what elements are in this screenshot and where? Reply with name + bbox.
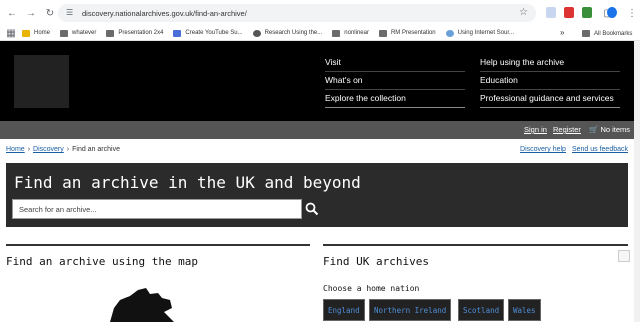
breadcrumb: Home › Discovery › Find an archive — [6, 146, 120, 153]
profile-avatar[interactable] — [607, 7, 617, 18]
bookmark-label: Create YouTube Su... — [185, 30, 243, 36]
primary-nav-right: Help using the archive Education Profess… — [480, 54, 620, 108]
bookmark-label: Presentation 2x4 — [118, 30, 164, 36]
bookmark-label: Research Using the... — [264, 30, 323, 36]
breadcrumb-current: Find an archive — [72, 146, 120, 153]
bookmark-star-icon[interactable]: ☆ — [519, 7, 528, 18]
nav-whats-on[interactable]: What's on — [325, 72, 465, 90]
apps-icon[interactable]: ▦ — [4, 26, 18, 40]
uk-archives-title: Find UK archives — [323, 255, 429, 268]
bookmark-item[interactable]: Home — [22, 29, 51, 37]
page-icon — [173, 29, 182, 37]
bookmark-item[interactable]: whatever — [60, 29, 97, 37]
bookmark-item[interactable]: Presentation 2x4 — [106, 29, 164, 37]
image-icon[interactable] — [618, 250, 630, 262]
nav-education[interactable]: Education — [480, 72, 620, 90]
page-icon — [445, 29, 454, 37]
bookmark-label: nonlinear — [344, 30, 369, 36]
nation-button-scotland[interactable]: Scotland — [458, 299, 505, 321]
address-bar[interactable]: ☰ discovery.nationalarchives.gov.uk/find… — [58, 4, 536, 22]
register-link[interactable]: Register — [553, 125, 581, 134]
nation-button-england[interactable]: England — [323, 299, 365, 321]
folder-icon — [60, 29, 69, 37]
bookmark-item[interactable]: RM Presentation — [378, 29, 436, 37]
nav-professional-guidance[interactable]: Professional guidance and services — [480, 90, 620, 108]
bookmarks-bar: ▦ Home whatever Presentation 2x4 Create … — [0, 26, 640, 41]
chevron-right-icon: › — [27, 146, 31, 153]
home-icon — [22, 29, 30, 37]
nav-help-using-archive[interactable]: Help using the archive — [480, 54, 620, 72]
feedback-link[interactable]: Send us feedback — [572, 146, 628, 153]
nation-button-northern-ireland[interactable]: Northern Ireland — [369, 299, 452, 321]
bookmark-label: RM Presentation — [390, 30, 436, 36]
bookmark-item[interactable]: nonlinear — [332, 29, 369, 37]
hero-banner: Find an archive in the UK and beyond Sea… — [6, 163, 628, 227]
home-nation-label: Choose a home nation — [323, 284, 420, 293]
site-info-icon[interactable]: ☰ — [66, 8, 76, 18]
bookmark-label: Home — [34, 30, 51, 36]
folder-icon — [332, 29, 341, 37]
browser-toolbar: ← → ↻ ☰ discovery.nationalarchives.gov.u… — [0, 0, 640, 26]
folder-icon — [106, 29, 115, 37]
breadcrumb-discovery[interactable]: Discovery — [33, 146, 64, 153]
bookmark-item[interactable]: Create YouTube Su... — [173, 29, 243, 37]
extension-icon[interactable] — [582, 7, 592, 18]
nation-button-wales[interactable]: Wales — [508, 299, 541, 321]
bookmark-item[interactable]: Research Using the... — [252, 29, 323, 37]
extension-icon[interactable] — [564, 7, 574, 18]
extension-icon[interactable] — [546, 7, 556, 18]
search-button[interactable] — [302, 199, 322, 219]
page-title: Find an archive in the UK and beyond — [14, 173, 361, 192]
bookmark-label: Using Internet Sour... — [457, 30, 515, 36]
discovery-help-link[interactable]: Discovery help — [520, 146, 566, 153]
site-header: Visit What's on Explore the collection H… — [0, 41, 634, 121]
primary-nav-left: Visit What's on Explore the collection — [325, 54, 465, 108]
basket-label: No items — [600, 125, 631, 134]
sign-in-link[interactable]: Sign in — [524, 125, 547, 134]
folder-icon — [582, 30, 590, 37]
breadcrumb-home[interactable]: Home — [6, 146, 25, 153]
nav-visit[interactable]: Visit — [325, 54, 465, 72]
cart-icon: 🛒 — [589, 125, 599, 134]
section-divider — [6, 244, 310, 246]
help-links: Discovery help Send us feedback — [514, 146, 628, 153]
basket[interactable]: 🛒 No items — [589, 125, 630, 134]
scrollbar[interactable] — [634, 41, 640, 322]
search-icon — [305, 202, 319, 216]
reload-icon[interactable]: ↻ — [43, 6, 57, 20]
menu-icon[interactable]: ⋮ — [625, 6, 639, 20]
more-bookmarks-button[interactable]: » — [560, 28, 564, 37]
all-bookmarks-label: All Bookmarks — [594, 30, 633, 37]
site-logo[interactable] — [14, 55, 69, 108]
folder-icon — [378, 29, 387, 37]
page-icon — [252, 29, 261, 37]
bookmark-label: whatever — [72, 30, 97, 36]
chevron-right-icon: › — [66, 146, 70, 153]
all-bookmarks[interactable]: All Bookmarks — [582, 30, 632, 37]
map-section-title: Find an archive using the map — [6, 255, 199, 268]
archive-search-input[interactable]: Search for an archive... — [12, 199, 302, 219]
back-icon[interactable]: ← — [5, 6, 19, 20]
utility-bar: Sign in Register 🛒 No items — [0, 121, 634, 139]
nav-explore-collection[interactable]: Explore the collection — [325, 90, 465, 108]
section-divider — [323, 244, 628, 246]
uk-map[interactable] — [100, 288, 180, 322]
forward-icon[interactable]: → — [24, 6, 38, 20]
bookmark-item[interactable]: Using Internet Sour... — [445, 29, 515, 37]
url-text: discovery.nationalarchives.gov.uk/find-a… — [82, 8, 247, 18]
